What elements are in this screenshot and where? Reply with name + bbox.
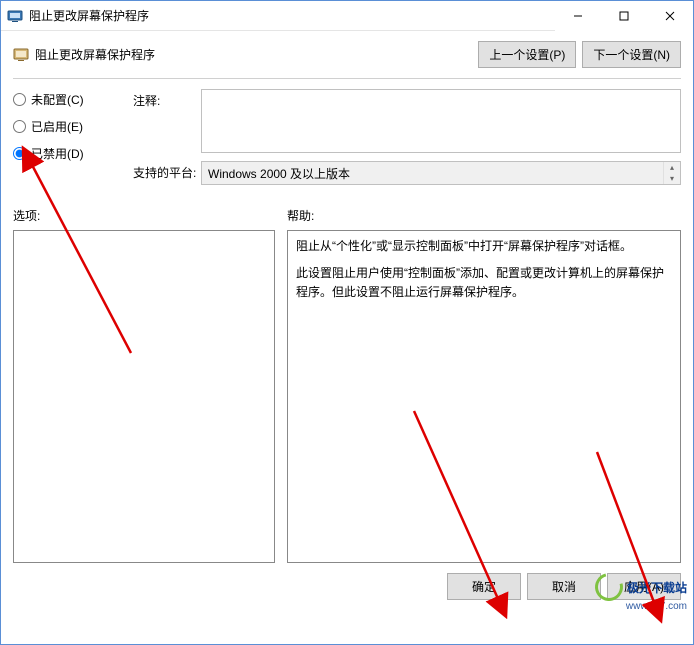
comment-row: 注释:	[133, 89, 681, 153]
comment-textarea[interactable]	[201, 89, 681, 153]
scrollbar-stub[interactable]: ▴▾	[663, 162, 680, 184]
apply-button[interactable]: 应用(A)	[607, 573, 681, 600]
radio-not-configured[interactable]: 未配置(C)	[13, 91, 113, 108]
radio-not-configured-label: 未配置(C)	[31, 91, 84, 108]
previous-setting-button[interactable]: 上一个设置(P)	[478, 41, 576, 68]
radio-disabled[interactable]: 已禁用(D)	[13, 145, 113, 162]
lower-area: 选项: 帮助: 阻止从“个性化”或“显示控制面板”中打开“屏幕保护程序”对话框。…	[1, 193, 693, 563]
comment-label: 注释:	[133, 89, 201, 109]
radio-enabled-label: 已启用(E)	[31, 118, 83, 135]
dialog-footer: 确定 取消 应用(A)	[1, 563, 693, 612]
platform-value: Windows 2000 及以上版本	[208, 167, 350, 181]
header-left: 阻止更改屏幕保护程序	[13, 46, 155, 63]
config-area: 未配置(C) 已启用(E) 已禁用(D) 注释: 支持的平台: Windows …	[1, 79, 693, 193]
policy-title: 阻止更改屏幕保护程序	[35, 46, 155, 63]
platform-box: Windows 2000 及以上版本 ▴▾	[201, 161, 681, 185]
fields-col: 注释: 支持的平台: Windows 2000 及以上版本 ▴▾	[133, 89, 681, 193]
radio-enabled[interactable]: 已启用(E)	[13, 118, 113, 135]
options-panel	[13, 230, 275, 563]
platform-label: 支持的平台:	[133, 161, 201, 181]
help-paragraph: 阻止从“个性化”或“显示控制面板”中打开“屏幕保护程序”对话框。	[296, 237, 672, 256]
close-button[interactable]	[647, 1, 693, 31]
help-paragraph: 此设置阻止用户使用“控制面板”添加、配置或更改计算机上的屏幕保护程序。但此设置不…	[296, 264, 672, 302]
help-label: 帮助:	[287, 207, 681, 224]
header-row: 阻止更改屏幕保护程序 上一个设置(P) 下一个设置(N)	[1, 31, 693, 74]
window-title: 阻止更改屏幕保护程序	[29, 7, 149, 24]
policy-icon	[13, 47, 29, 63]
radio-enabled-input[interactable]	[13, 120, 26, 133]
window-controls	[555, 1, 693, 30]
next-setting-button[interactable]: 下一个设置(N)	[582, 41, 681, 68]
help-panel: 阻止从“个性化”或“显示控制面板”中打开“屏幕保护程序”对话框。 此设置阻止用户…	[287, 230, 681, 563]
options-label: 选项:	[13, 207, 275, 224]
radio-not-configured-input[interactable]	[13, 93, 26, 106]
radio-disabled-label: 已禁用(D)	[31, 145, 84, 162]
state-radio-group: 未配置(C) 已启用(E) 已禁用(D)	[13, 89, 113, 193]
nav-buttons: 上一个设置(P) 下一个设置(N)	[478, 41, 681, 68]
cancel-button[interactable]: 取消	[527, 573, 601, 600]
app-icon	[7, 8, 23, 24]
help-column: 帮助: 阻止从“个性化”或“显示控制面板”中打开“屏幕保护程序”对话框。 此设置…	[287, 207, 681, 563]
minimize-button[interactable]	[555, 1, 601, 31]
ok-button[interactable]: 确定	[447, 573, 521, 600]
titlebar-left: 阻止更改屏幕保护程序	[1, 7, 149, 24]
titlebar: 阻止更改屏幕保护程序	[1, 1, 693, 31]
options-column: 选项:	[13, 207, 275, 563]
platform-row: 支持的平台: Windows 2000 及以上版本 ▴▾	[133, 161, 681, 185]
maximize-button[interactable]	[601, 1, 647, 31]
radio-disabled-input[interactable]	[13, 147, 26, 160]
